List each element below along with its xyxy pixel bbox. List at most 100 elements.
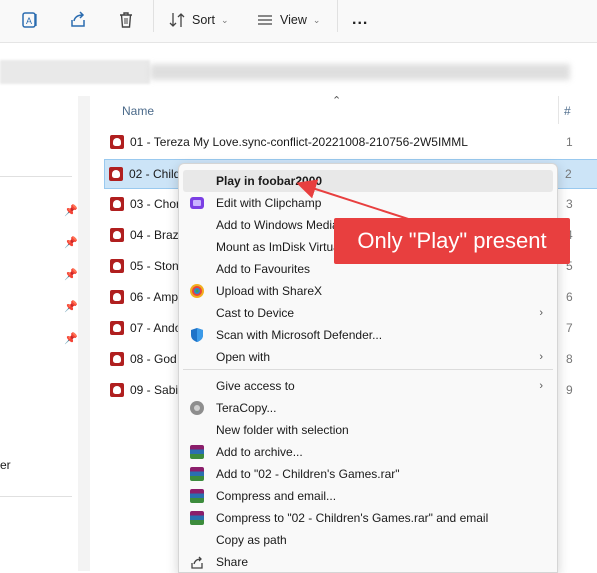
context-menu-item-label: Copy as path (216, 533, 287, 547)
file-row[interactable]: 01 - Tereza My Love.sync-conflict-202210… (106, 128, 597, 156)
context-menu-item-label: Upload with ShareX (216, 284, 323, 298)
annotation-callout: Only "Play" present (334, 218, 570, 264)
context-menu-item[interactable]: New folder with selection (183, 419, 553, 441)
context-menu-item[interactable]: Scan with Microsoft Defender... (183, 324, 553, 346)
view-button[interactable]: View ⌄ (256, 6, 320, 34)
share-icon (71, 11, 85, 27)
context-menu-item-label: Add to archive... (216, 445, 303, 459)
toolbar-divider (337, 0, 338, 32)
context-menu-item[interactable]: Copy as path (183, 529, 553, 551)
context-menu-item-label: Share (216, 555, 249, 569)
column-header-number[interactable]: # (564, 104, 571, 118)
winrar-icon (189, 466, 205, 482)
share-button[interactable] (68, 6, 88, 34)
chevron-right-icon: › (539, 351, 543, 363)
context-menu-item[interactable]: Add to archive... (183, 441, 553, 463)
context-menu-item[interactable]: Upload with ShareX (183, 280, 553, 302)
skull-glyph (113, 231, 121, 239)
file-name: 01 - Tereza My Love.sync-conflict-202210… (130, 135, 468, 149)
context-menu-item[interactable]: Share (183, 551, 553, 573)
nav-item-label[interactable]: er (0, 458, 11, 472)
winrar-icon (189, 488, 205, 504)
context-menu-item[interactable]: Open with › (183, 346, 553, 368)
sort-button[interactable]: Sort ⌄ (168, 6, 228, 34)
file-name: 07 - Ando (130, 321, 182, 335)
skull-glyph (113, 262, 121, 270)
audio-file-icon (110, 383, 124, 397)
context-menu-item-label: Cast to Device (216, 306, 295, 320)
sort-icon (169, 13, 185, 27)
delete-button[interactable] (116, 6, 136, 34)
context-menu-item[interactable]: Compress to "02 - Children's Games.rar" … (183, 507, 553, 529)
view-label: View (280, 13, 307, 27)
nav-divider (0, 176, 72, 177)
pane-splitter[interactable] (78, 96, 90, 571)
address-bar[interactable] (0, 58, 597, 84)
rename-button[interactable]: A (20, 6, 40, 34)
file-track-number: 9 (566, 383, 573, 397)
file-name: 09 - Sabia (130, 383, 185, 397)
sort-label: Sort (192, 13, 215, 27)
audio-file-icon (110, 135, 124, 149)
context-menu-item-label: TeraCopy... (216, 401, 277, 415)
audio-file-icon (110, 290, 124, 304)
defender-icon (189, 327, 205, 343)
pin-icon: 📌 (64, 237, 78, 249)
chevron-right-icon: › (539, 307, 543, 319)
pin-icon: 📌 (64, 333, 78, 345)
context-menu-item[interactable]: Play in foobar2000 (183, 170, 553, 192)
more-options-button[interactable]: ... (352, 6, 368, 34)
context-menu-item-label: Add to "02 - Children's Games.rar" (216, 467, 400, 481)
file-name: 06 - Amp (130, 290, 179, 304)
context-menu-item[interactable]: Give access to › (183, 375, 553, 397)
context-menu-item[interactable]: Edit with Clipchamp (183, 192, 553, 214)
skull-glyph (113, 200, 121, 208)
context-menu-item[interactable]: TeraCopy... (183, 397, 553, 419)
address-bar-blurred (0, 60, 150, 84)
chevron-right-icon: › (539, 380, 543, 392)
context-menu-item-label: Mount as ImDisk Virtua (216, 240, 340, 254)
navigation-pane: 📌 📌 📌 📌 📌 er (0, 96, 78, 571)
menu-separator (183, 369, 553, 370)
nav-divider (0, 496, 72, 497)
winrar-icon (189, 510, 205, 526)
skull-glyph (113, 293, 121, 301)
file-name: 05 - Ston (130, 259, 179, 273)
context-menu-item-label: Scan with Microsoft Defender... (216, 328, 383, 342)
winrar-icon (189, 444, 205, 460)
column-divider (558, 96, 559, 124)
skull-glyph (113, 138, 121, 146)
context-menu-item[interactable]: Add to "02 - Children's Games.rar" (183, 463, 553, 485)
audio-file-icon (110, 321, 124, 335)
context-menu-item[interactable]: Compress and email... (183, 485, 553, 507)
file-track-number: 6 (566, 290, 573, 304)
svg-text:A: A (26, 16, 32, 26)
audio-file-icon (110, 197, 124, 211)
context-menu-item[interactable]: Cast to Device › (183, 302, 553, 324)
context-menu-item-label: Compress and email... (216, 489, 337, 503)
address-bar-blurred (150, 64, 570, 80)
view-icon (258, 15, 272, 25)
sharex-icon (189, 283, 205, 299)
pin-icon: 📌 (64, 269, 78, 281)
skull-glyph (112, 170, 120, 178)
audio-file-icon (110, 259, 124, 273)
column-header-name[interactable]: Name (122, 104, 154, 118)
rename-icon: A (22, 12, 37, 28)
context-menu-item-label: Play in foobar2000 (216, 174, 323, 188)
context-menu-item-label: Edit with Clipchamp (216, 196, 322, 210)
pin-icon: 📌 (64, 205, 78, 217)
sort-ascending-icon: ⌃ (332, 95, 342, 107)
trash-icon (120, 12, 132, 28)
file-track-number: 3 (566, 197, 573, 211)
file-track-number: 2 (565, 167, 572, 181)
file-track-number: 7 (566, 321, 573, 335)
file-name: 03 - Chor (130, 197, 181, 211)
context-menu-item-label: Open with (216, 350, 271, 364)
audio-file-icon (110, 352, 124, 366)
toolbar-divider (153, 0, 154, 32)
chevron-down-icon: ⌄ (312, 14, 321, 25)
audio-file-icon (109, 167, 123, 181)
share-icon (189, 554, 205, 570)
skull-glyph (113, 355, 121, 363)
